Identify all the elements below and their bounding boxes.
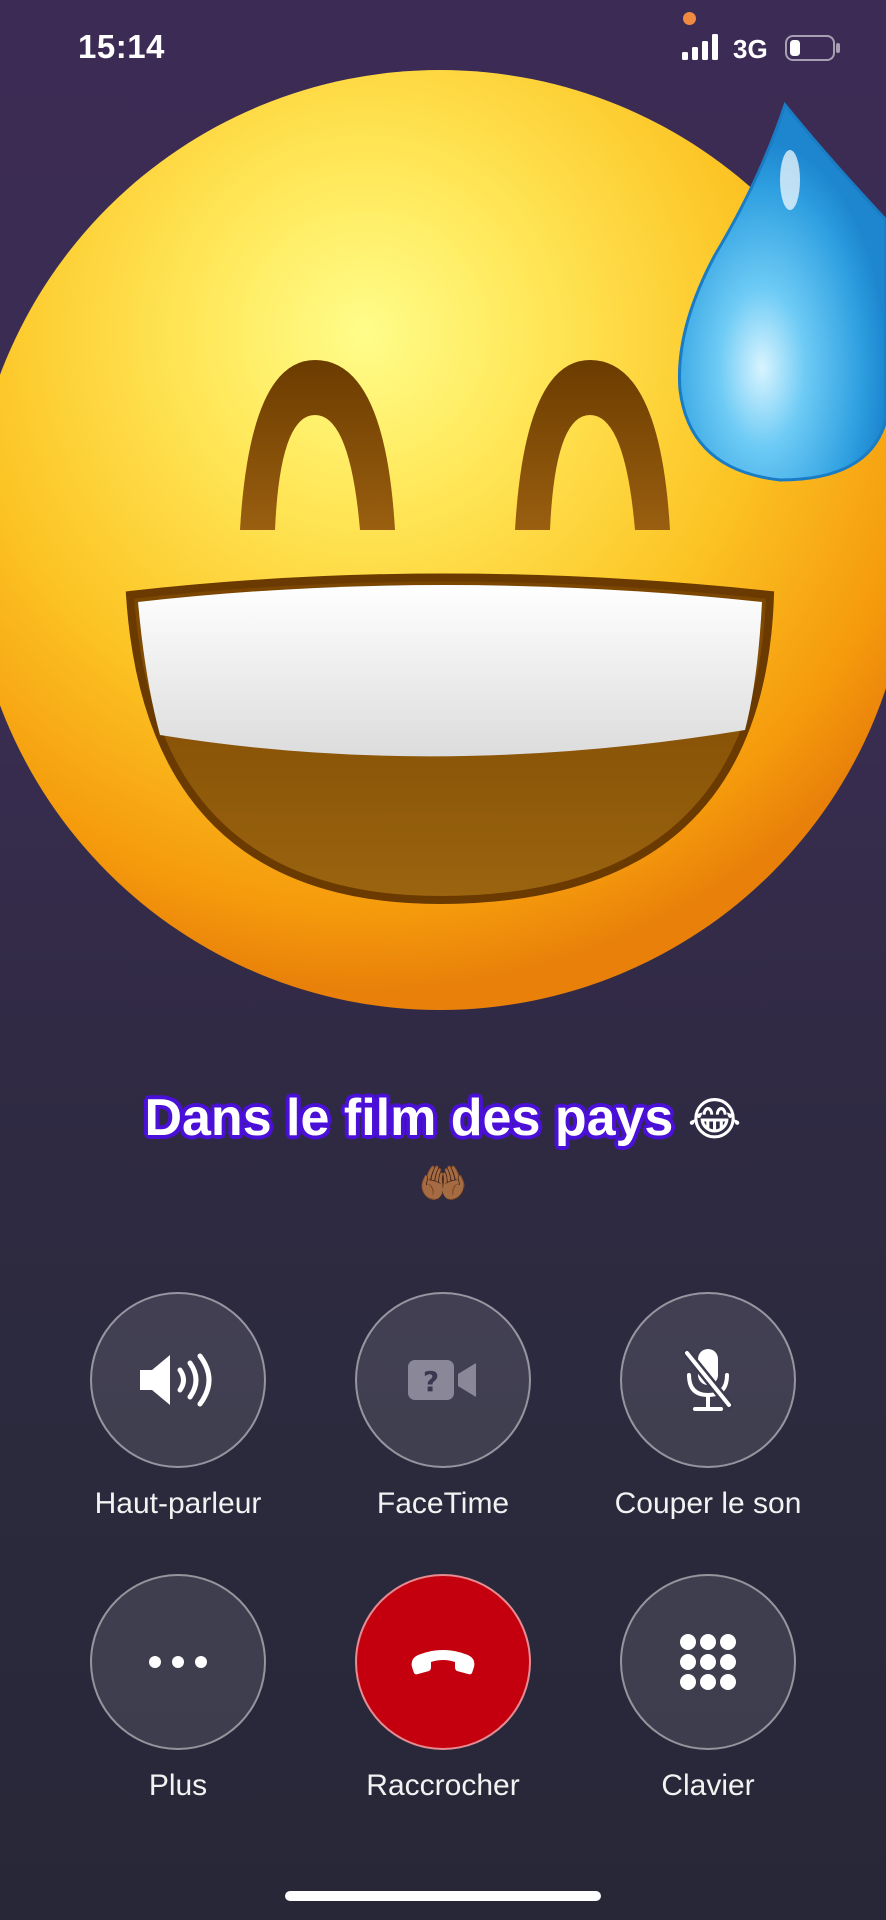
caller-name-emoji: 😂 xyxy=(687,1093,742,1145)
facetime-video-icon: ? xyxy=(408,1360,476,1400)
mute-button[interactable] xyxy=(620,1292,796,1468)
end-call-button[interactable] xyxy=(355,1574,531,1750)
facetime-control: ? FaceTime xyxy=(303,1292,583,1532)
home-indicator[interactable] xyxy=(285,1891,601,1901)
more-control: Plus xyxy=(38,1574,318,1814)
mute-control: Couper le son xyxy=(568,1292,848,1532)
end-call-icon xyxy=(411,1650,475,1675)
more-label: Plus xyxy=(148,1769,208,1802)
keypad-control: Clavier xyxy=(568,1574,848,1814)
facetime-label: FaceTime xyxy=(376,1487,510,1520)
svg-text:?: ? xyxy=(423,1365,439,1398)
keypad-label: Clavier xyxy=(661,1769,755,1802)
caller-subline-emoji: 🤲🏾 xyxy=(418,1162,468,1206)
speaker-label: Haut-parleur xyxy=(94,1487,262,1520)
speaker-button[interactable] xyxy=(90,1292,266,1468)
more-button[interactable] xyxy=(90,1574,266,1750)
microphone-slash-icon xyxy=(682,1348,734,1411)
keypad-icon xyxy=(680,1634,736,1690)
facetime-button[interactable]: ? xyxy=(355,1292,531,1468)
end-call-control: Raccrocher xyxy=(303,1574,583,1814)
end-call-label: Raccrocher xyxy=(366,1769,520,1802)
keypad-button[interactable] xyxy=(620,1574,796,1750)
caller-name-text: Dans le film des pays xyxy=(144,1089,674,1147)
contact-avatar-emoji xyxy=(0,70,886,1010)
ellipsis-icon xyxy=(149,1656,207,1668)
speaker-control: Haut-parleur xyxy=(38,1292,318,1532)
privacy-indicator-dot xyxy=(683,12,696,25)
caller-name: Dans le film des pays 😂 xyxy=(0,1088,886,1148)
mute-label: Couper le son xyxy=(614,1487,802,1520)
speaker-icon xyxy=(140,1353,212,1407)
